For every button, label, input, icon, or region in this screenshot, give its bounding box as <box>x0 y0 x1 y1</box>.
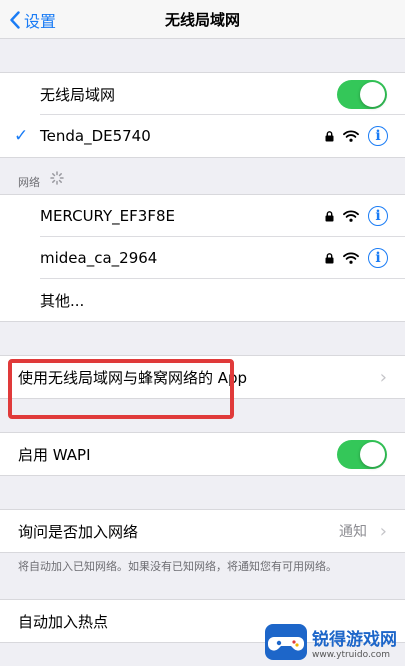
wapi-row: 启用 WAPI <box>0 433 405 475</box>
wapi-group: 启用 WAPI <box>0 432 405 476</box>
networks-section-header: 网络 <box>0 158 405 194</box>
other-network-row[interactable]: 其他... <box>0 279 405 321</box>
ask-join-row[interactable]: 询问是否加入网络 通知 › <box>0 510 405 552</box>
ask-join-label: 询问是否加入网络 <box>18 522 139 541</box>
wlan-toggle-row: 无线局域网 <box>0 73 405 115</box>
network-name: MERCURY_EF3F8E <box>40 207 175 225</box>
auto-hotspot-label: 自动加入热点 <box>18 612 109 631</box>
highlight-box <box>8 359 234 419</box>
toggle-knob <box>360 81 385 107</box>
network-row[interactable]: midea_ca_2964 i <box>0 237 405 279</box>
connected-network-name: Tenda_DE5740 <box>40 127 151 145</box>
watermark-url: www.ytruido.com <box>312 649 391 660</box>
watermark: 锐得游戏网 www.ytruido.com <box>265 624 397 660</box>
gamepad-logo-icon <box>265 624 307 660</box>
checkmark-icon: ✓ <box>14 126 29 146</box>
chevron-right-icon: › <box>379 520 387 542</box>
page-title: 无线局域网 <box>164 11 240 29</box>
network-row[interactable]: MERCURY_EF3F8E i <box>0 195 405 237</box>
toggle-knob <box>360 441 385 467</box>
network-icons: i <box>325 126 388 146</box>
wapi-label: 启用 WAPI <box>18 445 91 464</box>
wifi-icon <box>343 130 359 142</box>
wifi-icon <box>343 252 359 264</box>
ask-join-group: 询问是否加入网络 通知 › <box>0 509 405 553</box>
chevron-right-icon: › <box>379 366 387 388</box>
lock-icon <box>325 210 334 221</box>
wlan-group: 无线局域网 ✓ Tenda_DE5740 i <box>0 72 405 158</box>
info-icon[interactable]: i <box>368 126 388 146</box>
wifi-icon <box>343 210 359 222</box>
navigation-bar: 设置 无线局域网 <box>0 0 405 39</box>
wlan-toggle-label: 无线局域网 <box>40 85 116 104</box>
ask-join-value: 通知 <box>339 524 367 540</box>
lock-icon <box>325 252 334 263</box>
loading-spinner-icon <box>50 171 64 185</box>
networks-group: MERCURY_EF3F8E i midea_ca_2964 i 其他... <box>0 194 405 322</box>
lock-icon <box>325 130 334 141</box>
other-network-label: 其他... <box>40 291 85 310</box>
connected-network-row[interactable]: ✓ Tenda_DE5740 i <box>0 115 405 157</box>
wlan-toggle-switch[interactable] <box>337 79 387 109</box>
info-icon[interactable]: i <box>368 206 388 226</box>
network-icons: i <box>325 206 388 226</box>
wapi-toggle-switch[interactable] <box>337 439 387 469</box>
network-icons: i <box>325 248 388 268</box>
watermark-name: 锐得游戏网 <box>312 629 397 650</box>
network-name: midea_ca_2964 <box>40 249 158 267</box>
networks-header-label: 网络 <box>18 176 40 189</box>
ask-join-footer: 将自动加入已知网络。如果没有已知网络，将通知您有可用网络。 <box>18 560 337 573</box>
info-icon[interactable]: i <box>368 248 388 268</box>
